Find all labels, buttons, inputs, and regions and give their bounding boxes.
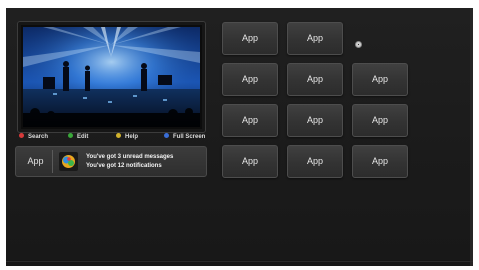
pointer-icon [355,41,362,48]
app-tile[interactable]: App [352,63,408,96]
legend-full-screen[interactable]: Full Screen [164,132,205,141]
blue-button-icon [164,132,169,138]
legend-edit[interactable]: Edit [68,132,88,141]
messages-icon [59,152,78,171]
red-button-icon [19,132,24,138]
screen-edge [470,8,473,266]
unread-messages-text: You've got 3 unread messages [86,154,174,160]
app-tile[interactable]: App [222,145,278,178]
notifications-count-text: You've got 12 notifications [86,163,162,169]
app-tile[interactable]: App [222,22,278,55]
color-button-legend: Search Edit Help Full Screen [17,131,207,143]
live-tv-preview[interactable] [17,21,206,133]
notification-panel: App You've got 3 unread messages You've … [15,146,207,177]
app-tile[interactable]: App [352,104,408,137]
legend-help[interactable]: Help [116,132,138,141]
concert-video-image [23,27,200,127]
app-tile[interactable]: App [222,63,278,96]
bottom-divider [6,261,473,262]
notification-app-button[interactable]: App [19,150,53,173]
app-tile[interactable]: App [287,104,343,137]
app-tile[interactable]: App [287,63,343,96]
app-tile[interactable]: App [287,22,343,55]
app-tile[interactable]: App [287,145,343,178]
green-button-icon [68,132,73,138]
app-tile[interactable]: App [352,145,408,178]
tv-home-screen: Search Edit Help Full Screen App You've … [6,8,473,266]
yellow-button-icon [116,132,121,138]
app-tile[interactable]: App [222,104,278,137]
legend-search[interactable]: Search [19,132,48,141]
